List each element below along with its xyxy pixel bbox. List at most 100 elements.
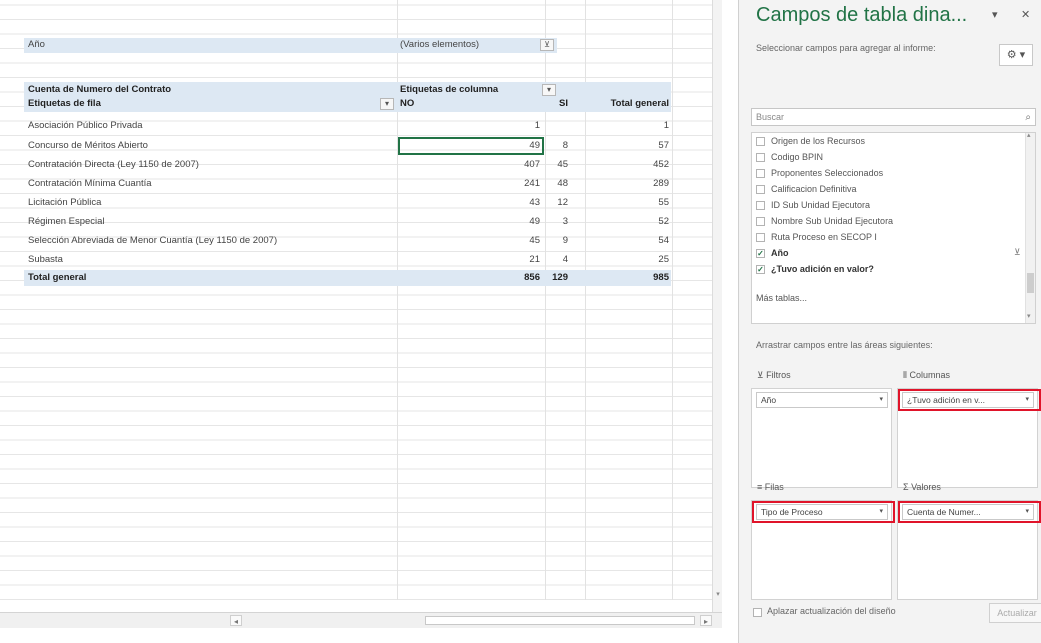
column-labels-header: Etiquetas de columna: [400, 84, 499, 95]
filters-field-pill[interactable]: Año ▾: [756, 392, 888, 408]
field-label: Origen de los Recursos: [771, 136, 866, 146]
checkbox[interactable]: [756, 153, 765, 163]
field-item[interactable]: Ruta Proceso en SECOP I: [756, 230, 877, 244]
filter-funnel-icon: ⊻: [544, 40, 550, 49]
defer-update-checkbox[interactable]: [753, 608, 762, 617]
values-title-text: Valores: [911, 482, 941, 492]
cell-total: 55: [658, 197, 669, 208]
cell-total: 452: [653, 159, 669, 170]
cell-no: 43: [529, 197, 540, 208]
scroll-down-icon[interactable]: ▾: [713, 590, 722, 600]
column-header-no: NO: [400, 98, 415, 109]
column-divider: [672, 0, 673, 600]
horizontal-scroll-thumb[interactable]: [425, 616, 695, 625]
field-label: Nombre Sub Unidad Ejecutora: [771, 216, 894, 226]
row-labels-dropdown[interactable]: ▾: [380, 98, 394, 110]
columns-title-text: Columnas: [909, 370, 950, 380]
field-label: Calificacion Definitiva: [771, 184, 857, 194]
row-labels-header: Etiquetas de fila: [28, 98, 101, 109]
more-tables-link[interactable]: Más tablas...: [756, 291, 807, 305]
values-pill-highlight: [898, 501, 1041, 523]
cell-no: 1: [534, 120, 540, 131]
checkbox[interactable]: [756, 137, 765, 147]
field-list-scroll-thumb[interactable]: [1027, 273, 1034, 293]
row-label: Subasta: [28, 254, 63, 265]
field-label: Codigo BPIN: [771, 152, 824, 162]
filters-area-title: ⊻ Filtros: [757, 370, 791, 381]
columns-pill-highlight: [898, 389, 1041, 411]
filters-area[interactable]: ⊻ Filtros Año ▾: [751, 370, 892, 488]
tools-button[interactable]: ⚙ ▾: [999, 44, 1033, 66]
values-label: Cuenta de Numero del Contrato: [28, 84, 172, 95]
close-icon[interactable]: ✕: [1021, 8, 1030, 21]
field-item[interactable]: Proponentes Seleccionados: [756, 166, 883, 180]
rows-area[interactable]: ≡ Filas Tipo de Proceso ▾: [751, 482, 892, 600]
update-button[interactable]: Actualizar: [989, 603, 1041, 623]
scroll-left-icon[interactable]: ◂: [230, 615, 242, 626]
chevron-down-icon: ▾: [546, 85, 551, 94]
search-input[interactable]: Buscar ⌕: [751, 108, 1036, 126]
pane-subtitle: Seleccionar campos para agregar al infor…: [756, 43, 936, 53]
column-header-total: Total general: [610, 98, 669, 109]
chevron-down-icon[interactable]: ▾: [992, 8, 998, 21]
column-header-si: SI: [559, 98, 568, 109]
search-icon: ⌕: [1025, 112, 1031, 123]
row-label: Régimen Especial: [28, 216, 105, 227]
filter-dropdown-button[interactable]: ⊻: [540, 39, 554, 51]
cell-total: 289: [653, 178, 669, 189]
active-cell-selection[interactable]: [398, 137, 544, 155]
grand-total-total: 985: [653, 272, 669, 283]
field-item[interactable]: Codigo BPIN: [756, 150, 823, 164]
column-labels-dropdown[interactable]: ▾: [542, 84, 556, 96]
grand-total-no: 856: [524, 272, 540, 283]
field-label: Proponentes Seleccionados: [771, 168, 884, 178]
chevron-down-icon: ▾: [879, 396, 883, 403]
rows-icon: ≡: [757, 482, 765, 492]
field-item[interactable]: Calificacion Definitiva: [756, 182, 857, 196]
values-area[interactable]: Σ Valores Cuenta de Numer... ▾: [897, 482, 1038, 600]
grand-total-label: Total general: [28, 272, 87, 283]
filter-field-label: Año: [28, 39, 45, 50]
checkbox[interactable]: [756, 201, 765, 211]
scroll-right-icon[interactable]: ▸: [700, 615, 712, 626]
cell-total: 57: [658, 140, 669, 151]
search-placeholder: Buscar: [756, 112, 785, 122]
row-label: Licitación Pública: [28, 197, 102, 208]
field-list[interactable]: Origen de los Recursos Codigo BPIN Propo…: [751, 132, 1036, 324]
field-item[interactable]: ✓ Año: [756, 246, 789, 260]
scroll-up-icon[interactable]: ▴: [1027, 133, 1031, 139]
checkbox-checked[interactable]: ✓: [756, 265, 765, 275]
field-label: ID Sub Unidad Ejecutora: [771, 200, 871, 210]
cell-no: 241: [524, 178, 540, 189]
filter-funnel-icon: ⊻: [757, 370, 767, 380]
chevron-down-icon: ▾: [384, 99, 389, 108]
field-item[interactable]: ID Sub Unidad Ejecutora: [756, 198, 870, 212]
cell-total: 1: [663, 120, 669, 131]
cell-si: 3: [562, 216, 568, 227]
defer-update-row: Aplazar actualización del diseño Actuali…: [751, 603, 1041, 623]
columns-area[interactable]: ⦀ Columnas ¿Tuvo adición en v... ▾: [897, 370, 1038, 488]
scroll-down-icon[interactable]: ▾: [1027, 312, 1031, 320]
row-label: Concurso de Méritos Abierto: [28, 140, 148, 151]
pivot-fields-pane: Campos de tabla dina... ▾ ✕ Seleccionar …: [738, 0, 1041, 643]
field-label: ¿Tuvo adición en valor?: [771, 264, 874, 274]
field-item[interactable]: ✓ ¿Tuvo adición en valor?: [756, 262, 874, 276]
checkbox[interactable]: [756, 185, 765, 195]
defer-update-label: Aplazar actualización del diseño: [767, 606, 896, 616]
drag-instructions: Arrastrar campos entre las áreas siguien…: [756, 340, 933, 350]
filter-value[interactable]: (Varios elementos): [400, 38, 540, 52]
cell-si: 4: [562, 254, 568, 265]
checkbox[interactable]: [756, 169, 765, 179]
cell-no: 21: [529, 254, 540, 265]
field-list-scrollbar[interactable]: ▴ ▾: [1025, 133, 1035, 323]
cell-si: 45: [557, 159, 568, 170]
field-item[interactable]: Nombre Sub Unidad Ejecutora: [756, 214, 893, 228]
filters-drop-zone[interactable]: Año ▾: [751, 388, 892, 488]
vertical-scrollbar[interactable]: ▾: [712, 0, 722, 612]
spreadsheet-grid[interactable]: Año (Varios elementos) ⊻ Cuenta de Numer…: [0, 0, 722, 643]
checkbox[interactable]: [756, 217, 765, 227]
field-item[interactable]: Origen de los Recursos: [756, 134, 865, 148]
checkbox[interactable]: [756, 233, 765, 243]
checkbox-checked[interactable]: ✓: [756, 249, 765, 259]
horizontal-scrollbar[interactable]: ◂ ▸: [0, 612, 722, 628]
